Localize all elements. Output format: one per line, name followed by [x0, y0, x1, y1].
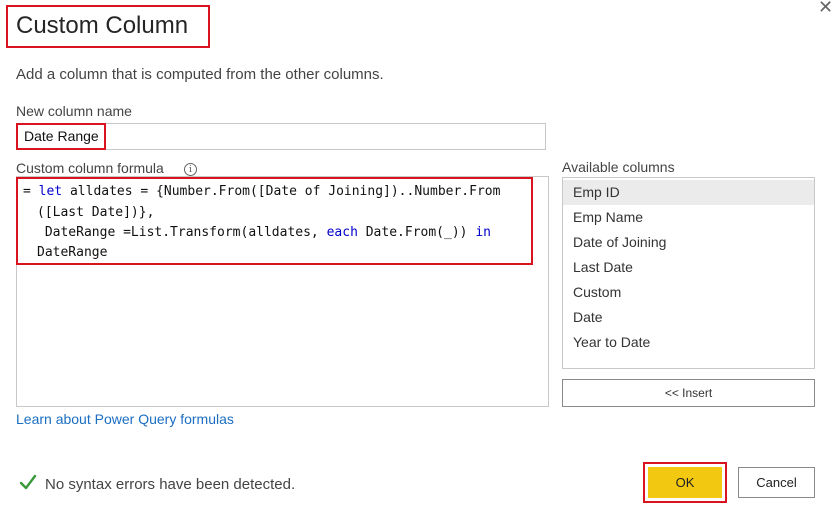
cancel-button[interactable]: Cancel	[738, 467, 815, 498]
available-column-item[interactable]: Emp Name	[563, 205, 814, 230]
new-column-name-label: New column name	[16, 103, 132, 119]
keyword-in: in	[475, 225, 491, 240]
available-column-item[interactable]: Date	[563, 305, 814, 330]
check-icon	[19, 474, 37, 490]
keyword-let: let	[38, 184, 63, 199]
custom-formula-label: Custom column formula	[16, 160, 164, 176]
available-column-item[interactable]: Last Date	[563, 255, 814, 280]
new-column-name-value: Date Range	[24, 128, 99, 144]
formula-line-2: ([Last Date])},	[37, 205, 155, 220]
dialog-title: Custom Column	[16, 12, 189, 39]
insert-button[interactable]: << Insert	[562, 379, 815, 407]
ok-button[interactable]: OK	[648, 467, 722, 498]
available-column-item[interactable]: Custom	[563, 280, 814, 305]
info-icon[interactable]: i	[184, 163, 197, 176]
available-columns-list[interactable]: Emp ID Emp Name Date of Joining Last Dat…	[562, 177, 815, 369]
available-column-item[interactable]: Emp ID	[563, 180, 814, 205]
available-column-item[interactable]: Year to Date	[563, 330, 814, 355]
learn-power-query-link[interactable]: Learn about Power Query formulas	[16, 411, 234, 427]
syntax-status-text: No syntax errors have been detected.	[45, 476, 296, 493]
close-icon[interactable]: ✕	[818, 0, 833, 18]
available-columns-label: Available columns	[562, 159, 675, 175]
available-column-item[interactable]: Date of Joining	[563, 230, 814, 255]
keyword-each: each	[326, 225, 358, 240]
formula-line-3: DateRange =List.Transform(alldates, each…	[37, 225, 491, 240]
formula-line-1: = let alldates = {Number.From([Date of J…	[23, 184, 501, 199]
dialog-subtitle: Add a column that is computed from the o…	[16, 66, 384, 83]
formula-line-4: DateRange	[37, 245, 108, 260]
